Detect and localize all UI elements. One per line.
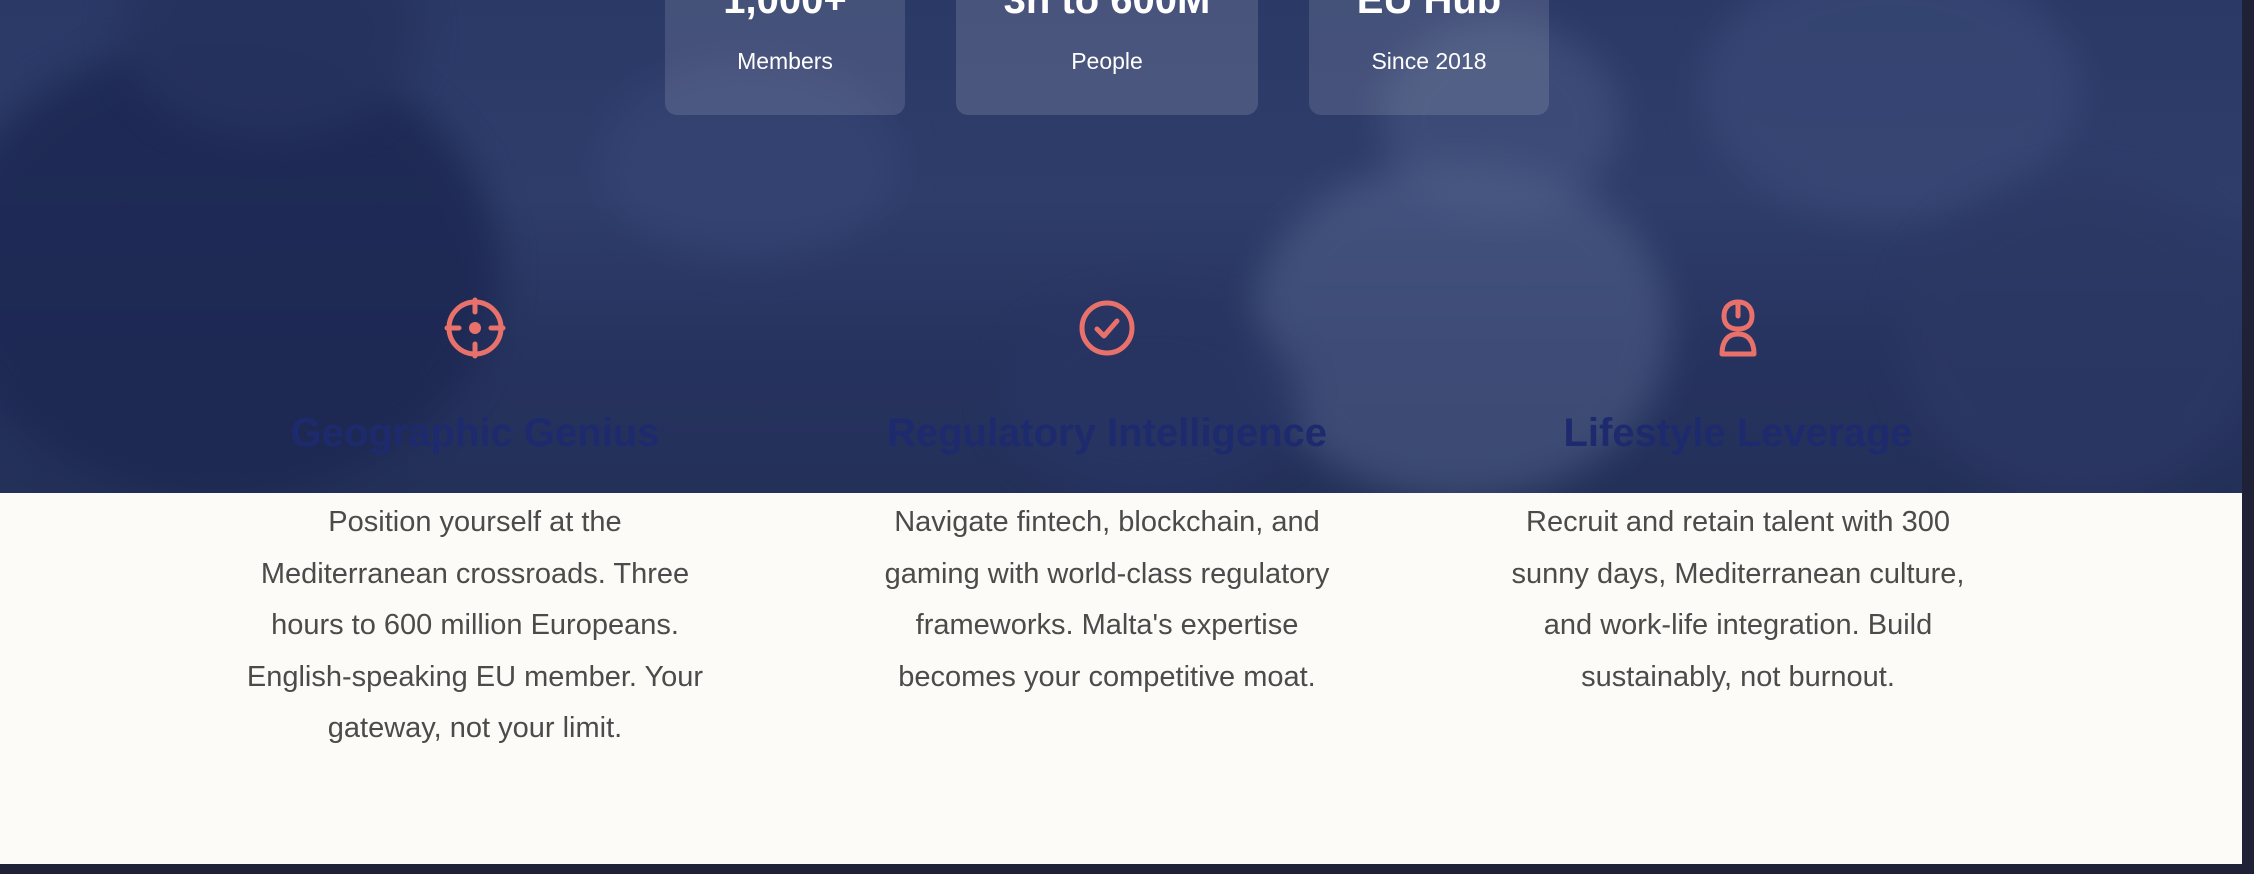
stat-value: 3h to 600M (1003, 0, 1211, 22)
feature-title-geographic: Geographic Genius (290, 411, 660, 455)
page: 1,000+ Members 3h to 600M People EU Hub … (0, 0, 2242, 864)
feature-title-regulatory: Regulatory Intelligence (886, 411, 1328, 455)
stat-card-members: 1,000+ Members (665, 0, 905, 115)
stat-label: People (1071, 48, 1143, 74)
stat-card-people: 3h to 600M People (956, 0, 1258, 115)
check-circle-icon (1075, 296, 1139, 360)
stat-value: EU Hub (1356, 0, 1502, 22)
stat-card-eu-hub: EU Hub Since 2018 (1309, 0, 1549, 115)
stat-label: Since 2018 (1371, 48, 1487, 74)
feature-description-regulatory: Navigate fintech, blockchain, and gaming… (884, 506, 1330, 693)
feature-description-geographic: Position yourself at the Mediterranean c… (246, 506, 704, 745)
stat-label: Members (737, 48, 833, 74)
stat-value: 1,000+ (723, 0, 847, 22)
feature-description-lifestyle: Recruit and retain talent with 300 sunny… (1511, 506, 1965, 693)
person-icon (1706, 296, 1770, 360)
crosshair-icon (443, 296, 507, 360)
feature-title-lifestyle: Lifestyle Leverage (1563, 411, 1913, 455)
